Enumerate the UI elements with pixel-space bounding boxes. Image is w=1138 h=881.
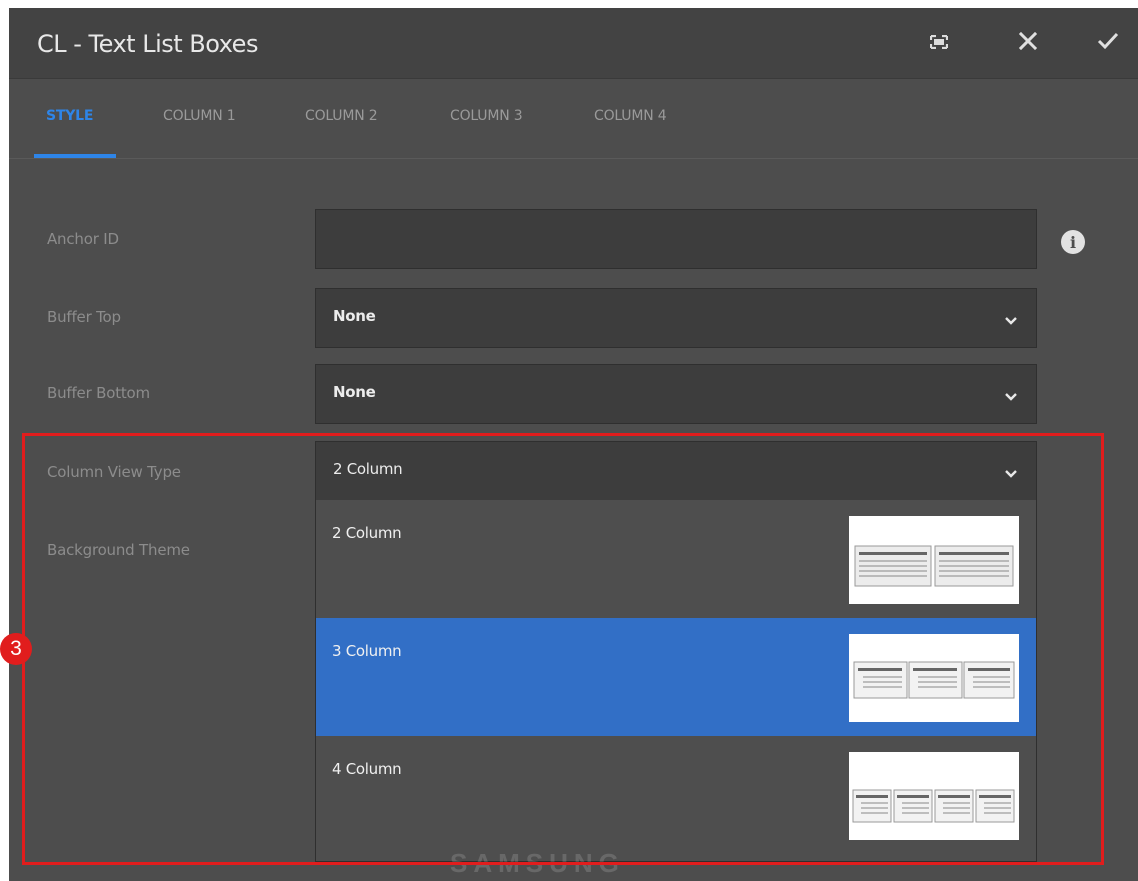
dropdown-option-3-column[interactable]: 3 Column (316, 618, 1036, 736)
tab-style[interactable]: STYLE (46, 108, 93, 124)
option-label: 4 Column (332, 760, 402, 778)
anchor-id-label: Anchor ID (47, 230, 119, 248)
tab-column-1[interactable]: COLUMN 1 (163, 108, 236, 124)
anchor-id-input[interactable] (315, 209, 1037, 269)
active-tab-indicator (34, 154, 116, 158)
fullscreen-icon (929, 34, 949, 53)
column-view-type-label: Column View Type (47, 463, 181, 481)
title-bar: CL - Text List Boxes (9, 8, 1138, 79)
chevron-down-icon (1004, 464, 1018, 483)
option-label: 3 Column (332, 642, 402, 660)
column-view-type-dropdown: 2 Column 3 Column 4 Column (315, 500, 1037, 862)
fullscreen-button[interactable] (922, 26, 956, 60)
chevron-down-icon (1004, 311, 1018, 330)
option-label: 2 Column (332, 524, 402, 542)
column-view-type-value: 2 Column (333, 460, 403, 478)
tab-bar: STYLE COLUMN 1 COLUMN 2 COLUMN 3 COLUMN … (9, 78, 1138, 159)
chevron-down-icon (1004, 387, 1018, 406)
done-button[interactable] (1091, 26, 1125, 60)
four-column-layout-thumbnail (849, 752, 1019, 840)
three-column-layout-thumbnail (849, 634, 1019, 722)
dialog: CL - Text List Boxes STYLE COLUMN 1 COLU… (9, 8, 1138, 881)
column-view-type-select[interactable]: 2 Column (315, 441, 1037, 501)
dropdown-option-4-column[interactable]: 4 Column (316, 736, 1036, 854)
buffer-bottom-label: Buffer Bottom (47, 384, 150, 402)
buffer-bottom-value: None (333, 383, 376, 401)
dropdown-option-2-column[interactable]: 2 Column (316, 500, 1036, 618)
tab-column-2[interactable]: COLUMN 2 (305, 108, 378, 124)
close-icon (1018, 31, 1038, 54)
tab-column-4[interactable]: COLUMN 4 (594, 108, 667, 124)
buffer-top-value: None (333, 307, 376, 325)
info-icon[interactable]: i (1061, 230, 1085, 254)
dialog-title: CL - Text List Boxes (37, 30, 258, 58)
buffer-top-select[interactable]: None (315, 288, 1037, 348)
close-button[interactable] (1011, 26, 1045, 60)
step-number-badge: 3 (0, 633, 32, 665)
check-icon (1097, 32, 1119, 54)
buffer-top-label: Buffer Top (47, 308, 121, 326)
background-theme-label: Background Theme (47, 541, 190, 559)
tab-column-3[interactable]: COLUMN 3 (450, 108, 523, 124)
two-column-layout-thumbnail (849, 516, 1019, 604)
buffer-bottom-select[interactable]: None (315, 364, 1037, 424)
